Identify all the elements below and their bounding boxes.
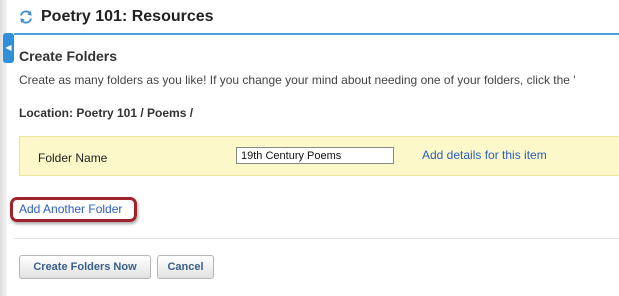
sidebar-collapse-toggle[interactable]: ◀ (3, 33, 14, 63)
title-divider (14, 33, 619, 35)
add-another-folder-link[interactable]: Add Another Folder (19, 202, 122, 216)
buttons-divider (14, 238, 619, 239)
location-path: Location: Poetry 101 / Poems / (19, 106, 194, 120)
folder-name-input[interactable] (236, 147, 394, 164)
reset-arrows-icon[interactable] (18, 9, 34, 25)
section-title: Create Folders (19, 48, 118, 64)
page-header: Poetry 101: Resources (18, 6, 214, 28)
instructions-text: Create as many folders as you like! If y… (19, 73, 576, 87)
chevron-left-icon: ◀ (5, 43, 12, 52)
create-folders-button[interactable]: Create Folders Now (19, 255, 151, 279)
add-details-link[interactable]: Add details for this item (422, 148, 547, 162)
cancel-button[interactable]: Cancel (157, 255, 214, 279)
folder-name-label: Folder Name (38, 151, 108, 165)
folder-row: Folder Name Add details for this item (19, 136, 619, 176)
page-title: Poetry 101: Resources (41, 8, 214, 25)
